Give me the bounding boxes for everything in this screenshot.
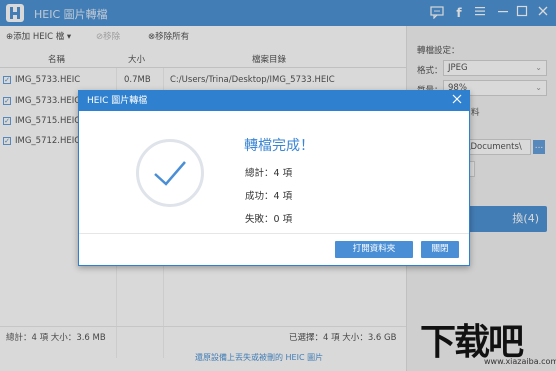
open-folder-button[interactable]: 打開資料夾 bbox=[335, 241, 413, 258]
success-check-icon bbox=[136, 139, 204, 207]
success-line: 成功：4 項 bbox=[245, 191, 293, 202]
watermark-logo: 下载吧 www.xiazaiba.com bbox=[418, 313, 556, 369]
dialog-divider bbox=[79, 233, 469, 234]
watermark-url: www.xiazaiba.com bbox=[484, 357, 556, 366]
dialog-title: HEIC 圖片轉檔 bbox=[79, 91, 469, 111]
conversion-complete-dialog: HEIC 圖片轉檔 轉檔完成！ 總計：4 項 成功：4 項 失敗：0 項 打開資… bbox=[78, 90, 470, 266]
close-button[interactable]: 關閉 bbox=[421, 241, 459, 258]
fail-line: 失敗：0 項 bbox=[245, 214, 293, 225]
dialog-close-icon[interactable] bbox=[451, 93, 463, 109]
total-line: 總計：4 項 bbox=[245, 168, 293, 179]
dialog-heading: 轉檔完成！ bbox=[244, 138, 314, 154]
